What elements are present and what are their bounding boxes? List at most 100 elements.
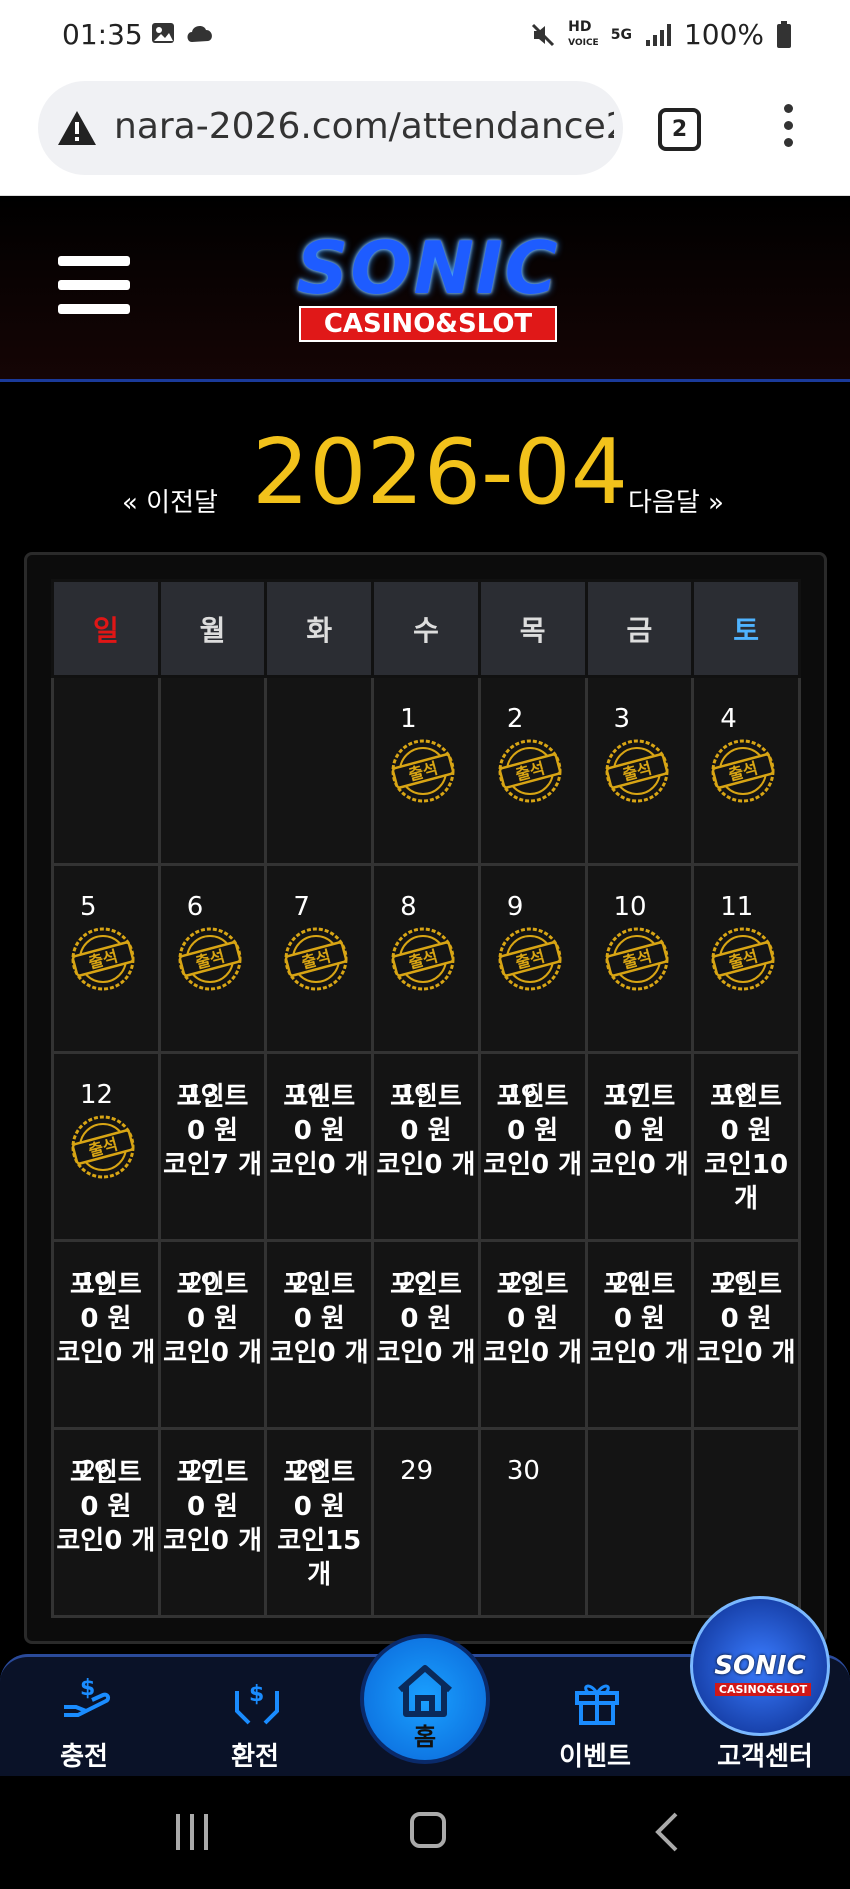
calendar-day-cell[interactable]: 12 출석	[51, 1051, 161, 1242]
browser-menu-icon[interactable]	[784, 104, 796, 155]
point-value: 0 원	[187, 1304, 239, 1334]
point-value: 0 원	[187, 1492, 239, 1522]
calendar-day-cell[interactable]: 18 포인트 0 원 코인10 개	[691, 1051, 801, 1242]
point-value: 0 원	[720, 1116, 772, 1146]
calendar-day-cell[interactable]: 24 포인트 0 원 코인0 개	[584, 1239, 695, 1430]
cloud-chat-icon	[187, 26, 212, 42]
svg-text:출석: 출석	[513, 946, 546, 972]
calendar-day-cell[interactable]: 26 포인트 0 원 코인0 개	[51, 1427, 161, 1618]
point-line: 포인트	[69, 1270, 142, 1300]
calendar-empty-cell	[157, 675, 268, 866]
day-reward-info: 포인트 0 원 코인0 개	[267, 1080, 371, 1182]
point-value: 0 원	[400, 1116, 452, 1146]
calendar-day-cell[interactable]: 13 포인트 0 원 코인7 개	[157, 1051, 268, 1242]
sonic-logo[interactable]: SONIC CASINO&SLOT	[278, 232, 578, 342]
day-reward-info: 포인트 0 원 코인0 개	[161, 1456, 265, 1558]
recent-apps-icon[interactable]	[172, 1812, 212, 1852]
point-value: 0 원	[400, 1304, 452, 1334]
nav-charge-label: 충전	[60, 1742, 108, 1772]
weekday-sun: 일	[51, 579, 161, 678]
calendar-day-cell[interactable]: 3 출석	[584, 675, 695, 866]
address-bar[interactable]: nara-2026.com/attendance2	[38, 81, 623, 175]
point-line: 포인트	[496, 1082, 569, 1112]
weekday-fri: 금	[584, 579, 695, 678]
calendar-day-cell[interactable]: 8 출석	[371, 863, 481, 1054]
calendar-day-cell[interactable]: 17 포인트 0 원 코인0 개	[584, 1051, 695, 1242]
attendance-stamp-icon: 출석	[178, 927, 242, 991]
calendar-day-cell[interactable]: 7 출석	[264, 863, 375, 1054]
prev-month-link[interactable]: « 이전달	[122, 482, 218, 519]
weekday-header-row: 일 월 화 수 목 금 토	[51, 579, 801, 678]
attendance-stamp-icon: 출석	[71, 1115, 135, 1179]
nav-exchange[interactable]: $ 환전	[195, 1657, 315, 1779]
hamburger-menu-icon[interactable]	[58, 256, 130, 328]
calendar-day-cell[interactable]: 6 출석	[157, 863, 268, 1054]
calendar-day-cell[interactable]: 23 포인트 0 원 코인0 개	[477, 1239, 588, 1430]
day-number: 9	[506, 892, 524, 922]
next-month-link[interactable]: 다음달 »	[628, 482, 724, 519]
calendar-empty-cell	[51, 675, 161, 866]
day-reward-info: 포인트 0 원 코인0 개	[588, 1080, 692, 1182]
coin-line: 코인0 개	[483, 1338, 583, 1368]
tab-switcher-button[interactable]: 2	[658, 108, 701, 151]
calendar-empty-cell	[691, 1427, 801, 1618]
badge-logo-main: SONIC	[714, 1651, 806, 1681]
calendar-day-cell[interactable]: 16 포인트 0 원 코인0 개	[477, 1051, 588, 1242]
coin-line: 코인0 개	[269, 1150, 369, 1180]
coin-line: 코인0 개	[589, 1338, 689, 1368]
point-value: 0 원	[507, 1304, 559, 1334]
calendar-day-cell[interactable]: 25 포인트 0 원 코인0 개	[691, 1239, 801, 1430]
calendar-day-cell[interactable]: 10 출석	[584, 863, 695, 1054]
site-header: SONIC CASINO&SLOT	[0, 196, 850, 382]
calendar-day-cell[interactable]: 9 출석	[477, 863, 588, 1054]
day-reward-info: 포인트 0 원 코인10 개	[694, 1080, 798, 1216]
home-button[interactable]: 홈	[360, 1634, 490, 1764]
calendar-day-cell[interactable]: 4 출석	[691, 675, 801, 866]
support-sonic-badge[interactable]: SONIC CASINO&SLOT	[690, 1596, 830, 1736]
nav-support-label: 고객센터	[717, 1742, 813, 1772]
day-reward-info: 포인트 0 원 코인0 개	[481, 1268, 585, 1370]
status-left-icons	[150, 20, 216, 46]
system-home-icon[interactable]	[410, 1812, 446, 1848]
calendar-day-cell[interactable]: 21 포인트 0 원 코인0 개	[264, 1239, 375, 1430]
day-number: 29	[400, 1456, 434, 1486]
calendar-day-cell[interactable]: 28 포인트 0 원 코인15 개	[264, 1427, 375, 1618]
svg-text:출석: 출석	[193, 946, 226, 972]
not-secure-warning-icon[interactable]	[56, 109, 98, 147]
day-number: 12	[80, 1080, 114, 1110]
point-line: 포인트	[603, 1082, 676, 1112]
day-reward-info: 포인트 0 원 코인0 개	[694, 1268, 798, 1370]
calendar-day-cell[interactable]: 11 출석	[691, 863, 801, 1054]
nav-charge[interactable]: $ 충전	[24, 1657, 144, 1779]
point-value: 0 원	[187, 1116, 239, 1146]
url-text[interactable]: nara-2026.com/attendance2	[114, 106, 614, 147]
point-line: 포인트	[710, 1270, 782, 1300]
calendar-day-cell[interactable]: 2 출석	[477, 675, 588, 866]
back-icon[interactable]	[652, 1812, 682, 1852]
coin-line: 코인0 개	[696, 1338, 796, 1368]
nav-event-label: 이벤트	[559, 1742, 631, 1772]
calendar-day-cell[interactable]: 5 출석	[51, 863, 161, 1054]
nav-exchange-label: 환전	[231, 1742, 279, 1772]
calendar-day-cell[interactable]: 27 포인트 0 원 코인0 개	[157, 1427, 268, 1618]
calendar-day-cell[interactable]: 22 포인트 0 원 코인0 개	[371, 1239, 481, 1430]
calendar-day-cell[interactable]: 15 포인트 0 원 코인0 개	[371, 1051, 481, 1242]
point-line: 포인트	[283, 1458, 356, 1488]
charge-icon: $	[64, 1676, 111, 1717]
mute-icon	[532, 23, 555, 46]
calendar-day-cell[interactable]: 20 포인트 0 원 코인0 개	[157, 1239, 268, 1430]
calendar-day-cell[interactable]: 14 포인트 0 원 코인0 개	[264, 1051, 375, 1242]
calendar-day-cell[interactable]: 30	[477, 1427, 588, 1618]
calendar-week-row: 5 출석 6 출석 7 출석 8 출석 9 출석 10 출석 11 출석	[51, 863, 801, 1054]
day-number: 30	[506, 1456, 540, 1486]
point-line: 포인트	[390, 1270, 462, 1300]
point-value: 0 원	[293, 1116, 345, 1146]
status-right: HD VOICE 5G 100%	[530, 18, 792, 51]
point-line: 포인트	[176, 1270, 249, 1300]
nav-event[interactable]: 이벤트	[535, 1657, 655, 1779]
svg-text:출석: 출석	[407, 946, 440, 972]
calendar-day-cell[interactable]: 19 포인트 0 원 코인0 개	[51, 1239, 161, 1430]
svg-text:출석: 출석	[727, 758, 760, 784]
calendar-day-cell[interactable]: 29	[371, 1427, 481, 1618]
calendar-day-cell[interactable]: 1 출석	[371, 675, 481, 866]
